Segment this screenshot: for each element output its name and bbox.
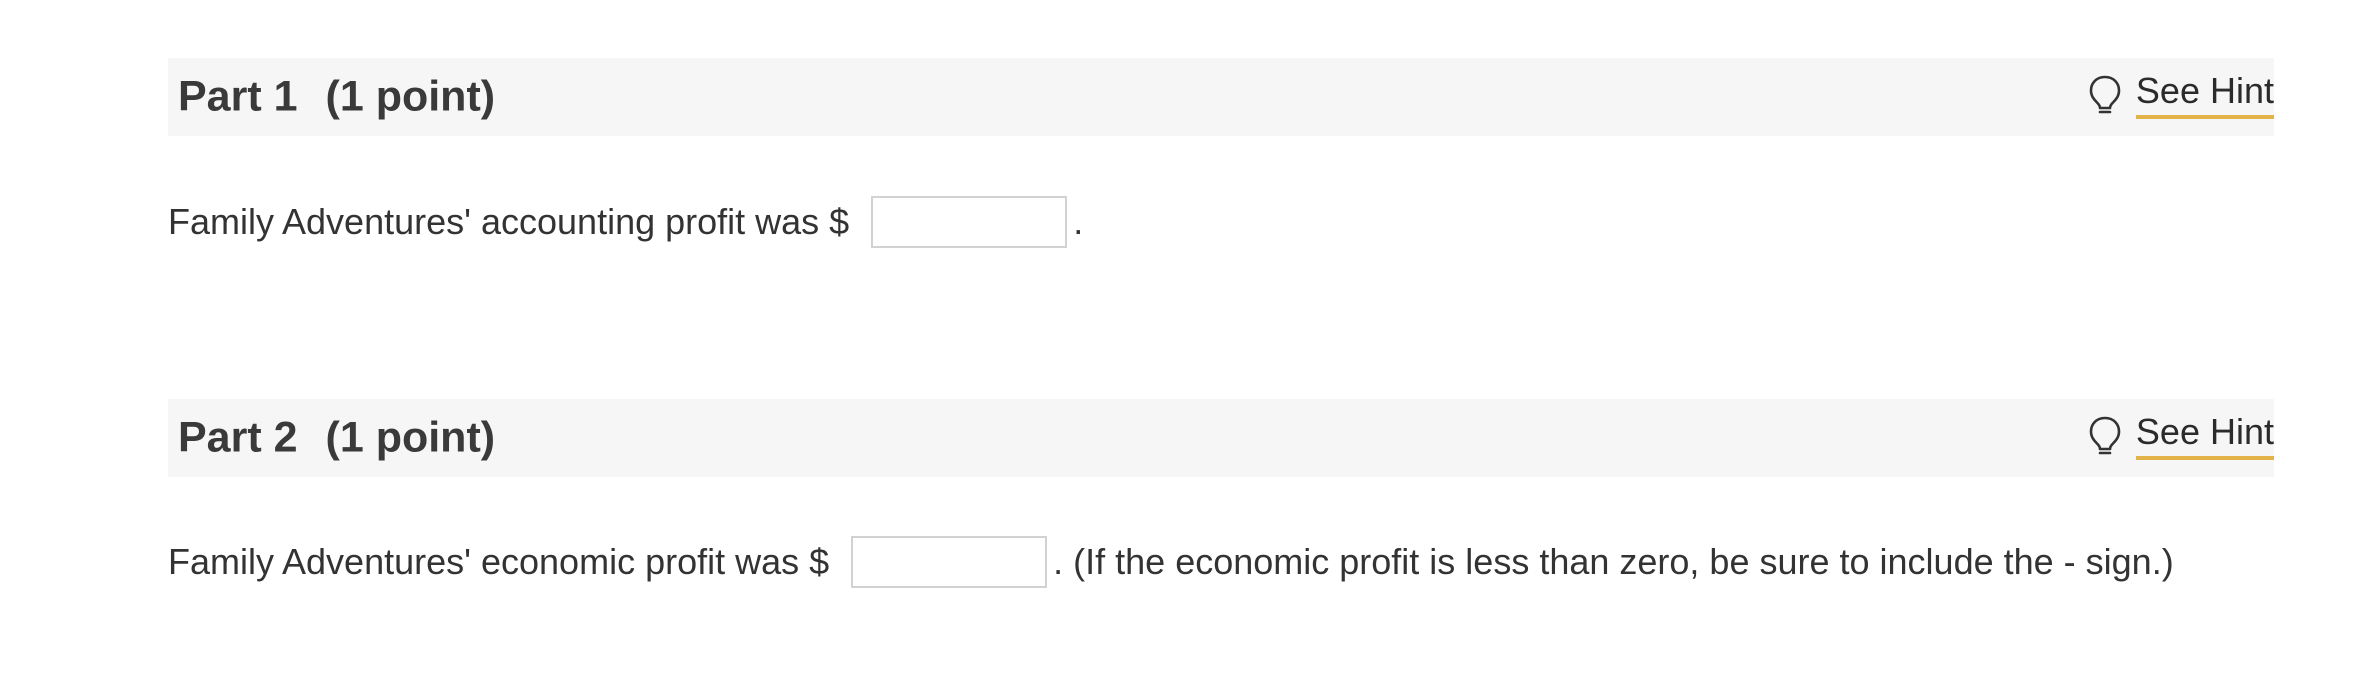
part-1-header: Part 1 (1 point) See Hint: [168, 58, 2274, 136]
part-2-label: Part 2: [178, 413, 298, 462]
part-2-prompt-suffix: . (If the economic profit is less than z…: [1053, 541, 2174, 582]
part-2-see-hint-button[interactable]: See Hint: [2088, 411, 2274, 461]
part-1-see-hint-button[interactable]: See Hint: [2088, 70, 2274, 120]
economic-profit-input[interactable]: [851, 536, 1048, 588]
part-1-question: Family Adventures' accounting profit was…: [168, 196, 1083, 248]
part-2-prompt: Family Adventures' economic profit was $: [168, 541, 830, 582]
part-1-points: (1 point): [325, 72, 496, 121]
part-1-title: Part 1 (1 point): [178, 73, 495, 122]
part-2-header: Part 2 (1 point) See Hint: [168, 399, 2274, 477]
accounting-profit-input[interactable]: [871, 196, 1068, 248]
part-1-see-hint-label[interactable]: See Hint: [2135, 71, 2274, 119]
lightbulb-icon: [2089, 416, 2121, 455]
part-1-prompt-suffix: .: [1073, 201, 1084, 242]
part-2-see-hint-label[interactable]: See Hint: [2135, 412, 2274, 460]
part-2-title: Part 2 (1 point): [178, 414, 495, 463]
part-2-question: Family Adventures' economic profit was $…: [168, 536, 2174, 588]
part-1-prompt: Family Adventures' accounting profit was…: [168, 201, 850, 242]
part-1-label: Part 1: [178, 72, 298, 121]
lightbulb-icon: [2089, 75, 2121, 114]
part-2-points: (1 point): [325, 413, 496, 462]
